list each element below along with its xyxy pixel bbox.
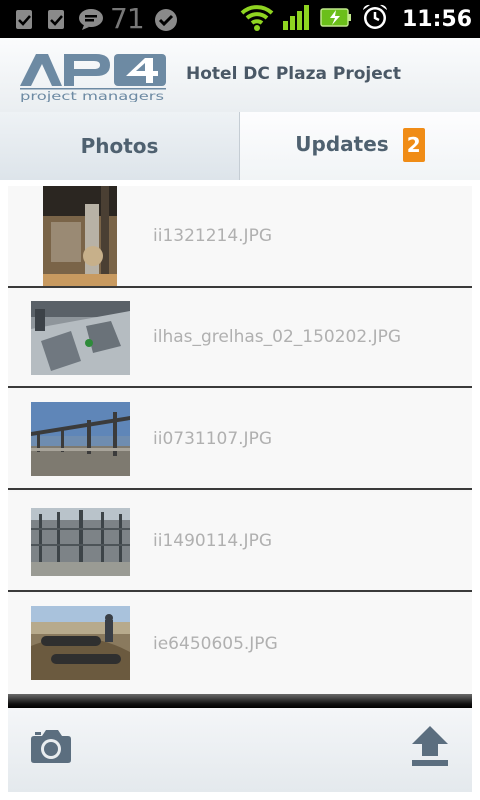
list-item[interactable]: ii1490114.JPG xyxy=(8,492,472,592)
photo-list: ii1321214.JPG ilhas_grelhas_02_150202.JP… xyxy=(8,186,472,708)
chat-icon xyxy=(78,8,103,30)
signal-icon xyxy=(282,3,312,35)
photo-thumbnail xyxy=(31,606,130,680)
tab-updates[interactable]: Updates 2 xyxy=(240,112,480,180)
list-item[interactable]: ie6450605.JPG xyxy=(8,594,472,694)
wifi-icon xyxy=(240,3,274,35)
check-badge-icon xyxy=(154,8,177,31)
svg-text:project managers: project managers xyxy=(20,89,164,102)
photo-file-name: ii1490114.JPG xyxy=(153,531,272,551)
photo-thumbnail xyxy=(31,301,130,375)
ap4-logo: project managers xyxy=(18,50,170,103)
upload-icon[interactable] xyxy=(410,724,450,768)
notification-count: 71 xyxy=(110,2,145,35)
photo-thumbnail xyxy=(31,402,130,476)
photo-file-name: ii0731107.JPG xyxy=(153,429,272,449)
alarm-icon xyxy=(360,2,390,36)
tab-updates-label: Updates xyxy=(295,132,389,156)
tab-photos-label: Photos xyxy=(80,134,159,158)
photo-file-name: ii1321214.JPG xyxy=(153,226,272,246)
battery-charging-icon xyxy=(320,4,352,34)
bottom-toolbar xyxy=(8,708,472,792)
list-item[interactable]: ii1321214.JPG xyxy=(8,186,472,288)
app-header: project managers Hotel DC Plaza Project xyxy=(0,38,480,113)
list-bottom-divider xyxy=(8,694,472,708)
photo-thumbnail xyxy=(31,508,130,576)
photo-file-name: ie6450605.JPG xyxy=(153,634,278,654)
tab-bar: Photos Updates 2 xyxy=(0,112,480,180)
check-icon xyxy=(14,8,36,30)
photo-file-name: ilhas_grelhas_02_150202.JPG xyxy=(153,327,402,347)
list-item[interactable]: ilhas_grelhas_02_150202.JPG xyxy=(8,288,472,388)
list-item[interactable]: ii0731107.JPG xyxy=(8,390,472,490)
project-title: Hotel DC Plaza Project xyxy=(186,64,401,84)
camera-icon[interactable] xyxy=(30,728,72,764)
tab-photos[interactable]: Photos xyxy=(0,112,240,180)
clock-time: 11:56 xyxy=(401,6,472,32)
photo-thumbnail xyxy=(43,186,117,286)
updates-count-badge: 2 xyxy=(402,128,425,162)
status-bar: 71 11:56 xyxy=(0,0,480,38)
check-icon xyxy=(46,8,68,30)
